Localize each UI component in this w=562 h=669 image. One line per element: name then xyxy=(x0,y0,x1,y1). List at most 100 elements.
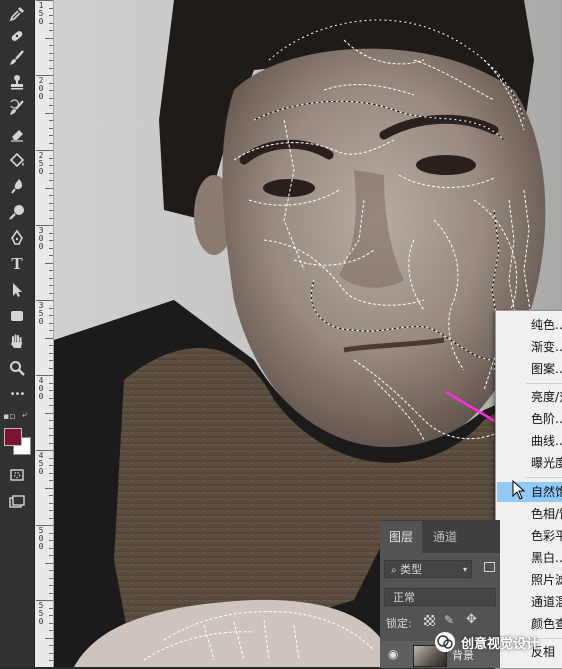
menu-item-pattern[interactable]: 图案... xyxy=(497,359,562,379)
eyedropper-icon[interactable] xyxy=(6,4,28,24)
ruler-tick xyxy=(36,525,53,526)
default-colors-icon[interactable]: ▪▫ xyxy=(3,412,15,422)
menu-item-exposure[interactable]: 曝光度... xyxy=(497,453,562,473)
ruler-tick xyxy=(49,105,53,106)
lock-position-icon[interactable]: ✥ xyxy=(466,612,477,627)
tab-layers[interactable]: 图层 xyxy=(380,521,423,553)
menu-item-channel-mixer[interactable]: 通道混合器... xyxy=(497,592,562,612)
menu-item-brightness-contrast[interactable]: 亮度/对比度... xyxy=(497,387,562,407)
menu-item-solid-color[interactable]: 纯色... xyxy=(497,315,562,335)
ruler-tick xyxy=(49,398,53,399)
screen-mode-icon[interactable] xyxy=(6,492,28,512)
brush-icon[interactable] xyxy=(6,48,28,68)
menu-item-gradient[interactable]: 渐变... xyxy=(497,337,562,357)
filter-kind-select[interactable]: ⌕ 类型 ▾ xyxy=(384,560,472,578)
eraser-icon[interactable] xyxy=(6,124,28,144)
ruler-tick xyxy=(49,368,53,369)
ruler-tick xyxy=(49,458,53,459)
watermark: 创意视觉设计 xyxy=(433,628,539,656)
path-selection-icon[interactable] xyxy=(6,280,28,300)
zoom-icon[interactable] xyxy=(6,358,28,378)
filter-row: ⌕ 类型 ▾ xyxy=(380,557,500,581)
lock-label: 锁定: xyxy=(386,617,412,630)
ruler-tick xyxy=(49,173,53,174)
ruler-label: 5 0 0 xyxy=(38,526,44,551)
foreground-color-swatch[interactable] xyxy=(4,428,22,446)
ruler-tick xyxy=(49,30,53,31)
menu-item-levels[interactable]: 色阶... xyxy=(497,409,562,429)
tab-channels[interactable]: 通道 xyxy=(424,521,466,553)
ruler-label: 2 5 0 xyxy=(38,151,44,176)
lock-transparent-pixels-icon[interactable] xyxy=(424,615,435,626)
rectangle-icon[interactable] xyxy=(6,306,28,326)
vertical-ruler: 1 5 0 2 0 0 2 5 0 3 0 0 3 5 0 4 0 0 4 5 0 5 0 0… xyxy=(35,0,54,667)
ruler-tick xyxy=(36,225,53,226)
chevron-down-icon: ▾ xyxy=(462,565,467,574)
ruler-tick xyxy=(49,473,53,474)
ruler-tick xyxy=(49,428,53,429)
blur-icon[interactable] xyxy=(6,176,28,196)
ruler-tick xyxy=(49,233,53,234)
ruler-tick xyxy=(45,488,53,489)
visibility-eye-icon[interactable]: ◉ xyxy=(388,647,398,661)
pen-icon[interactable] xyxy=(6,228,28,248)
ruler-tick xyxy=(45,188,53,189)
filter-kind-label: 类型 xyxy=(400,563,423,576)
ruler-tick xyxy=(49,570,53,571)
dodge-icon[interactable] xyxy=(6,202,28,222)
ruler-tick xyxy=(49,8,53,9)
ruler-tick xyxy=(49,135,53,136)
ruler-tick xyxy=(49,158,53,159)
ruler-tick xyxy=(49,360,53,361)
clone-stamp-icon[interactable] xyxy=(6,72,28,92)
ruler-tick xyxy=(49,443,53,444)
ruler-label: 5 5 0 xyxy=(38,601,44,626)
menu-item-photo-filter[interactable]: 照片滤镜... xyxy=(497,570,562,590)
ruler-tick xyxy=(49,23,53,24)
ruler-tick xyxy=(49,405,53,406)
ruler-tick xyxy=(49,323,53,324)
tools-panel: T ••• ▪▫ ⤶ xyxy=(0,0,35,667)
swap-colors-icon[interactable]: ⤶ xyxy=(22,410,27,420)
ruler-tick xyxy=(49,653,53,654)
wechat-logo-icon xyxy=(435,632,455,652)
ruler-tick xyxy=(45,563,53,564)
more-tools-icon[interactable]: ••• xyxy=(6,384,28,404)
hand-icon[interactable] xyxy=(6,332,28,352)
menu-item-vibrance[interactable]: 自然饱和度... xyxy=(497,482,562,502)
menu-item-black-white[interactable]: 黑白... xyxy=(497,548,562,568)
healing-brush-icon[interactable] xyxy=(6,26,28,46)
ruler-tick xyxy=(49,630,53,631)
menu-item-hue-saturation[interactable]: 色相/饱和度... xyxy=(497,504,562,524)
lock-image-pixels-icon[interactable]: ✎ xyxy=(444,613,454,627)
ruler-tick xyxy=(49,608,53,609)
menu-separator xyxy=(526,383,562,384)
ruler-tick xyxy=(49,503,53,504)
ruler-tick xyxy=(49,660,53,661)
image-filter-icon[interactable] xyxy=(484,562,495,572)
adjustment-layer-menu: 纯色... 渐变... 图案... 亮度/对比度... 色阶... 曲线... … xyxy=(495,310,562,669)
ruler-tick xyxy=(49,510,53,511)
menu-item-curves[interactable]: 曲线... xyxy=(497,431,562,451)
ruler-tick xyxy=(49,248,53,249)
paint-bucket-icon[interactable] xyxy=(6,150,28,170)
ruler-tick xyxy=(49,390,53,391)
blend-mode-select[interactable]: 正常 xyxy=(384,588,496,606)
ruler-tick xyxy=(49,195,53,196)
watermark-text: 创意视觉设计 xyxy=(461,636,540,652)
quick-mask-icon[interactable] xyxy=(6,465,28,485)
ruler-tick xyxy=(49,480,53,481)
ruler-tick xyxy=(49,218,53,219)
menu-item-color-balance[interactable]: 色彩平衡... xyxy=(497,526,562,546)
ruler-tick xyxy=(49,533,53,534)
ruler-tick xyxy=(36,450,53,451)
ruler-tick xyxy=(45,338,53,339)
ruler-tick xyxy=(49,345,53,346)
history-brush-icon[interactable] xyxy=(6,98,28,118)
ruler-tick xyxy=(49,555,53,556)
ruler-tick xyxy=(45,38,53,39)
ruler-tick xyxy=(49,585,53,586)
type-icon[interactable]: T xyxy=(6,254,28,274)
mouse-cursor-icon xyxy=(512,480,526,500)
ruler-tick xyxy=(49,593,53,594)
